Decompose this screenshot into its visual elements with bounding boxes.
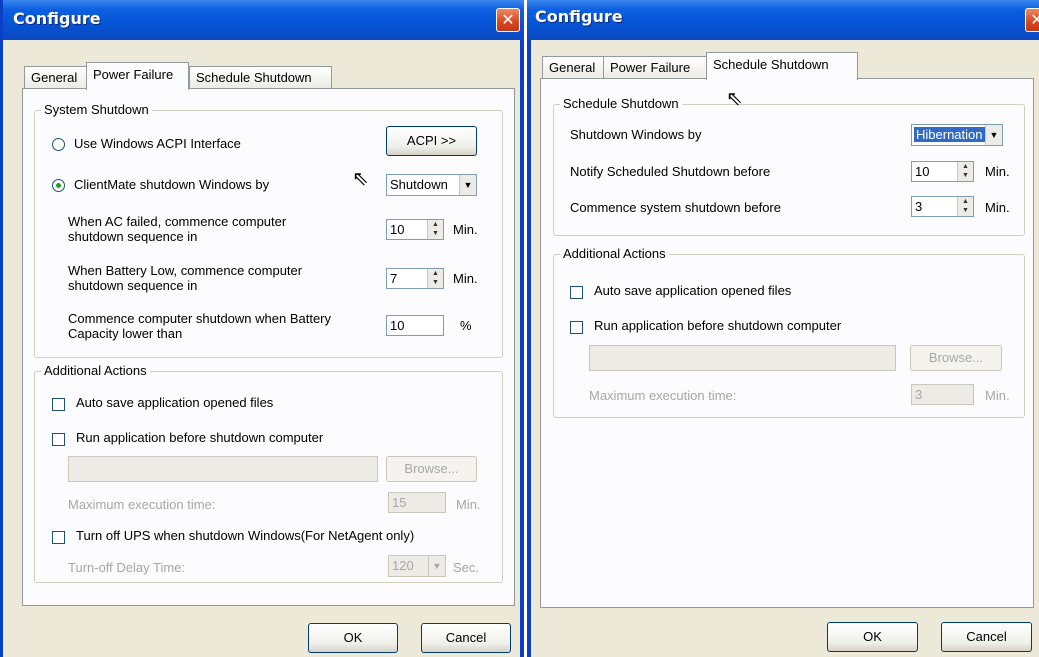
select-value: Hibernation (914, 127, 985, 142)
configure-dialog-schedule-shutdown: Configure ✕ General Power Failure Schedu… (527, 0, 1039, 657)
acpi-radio[interactable] (52, 138, 65, 151)
run-app-checkbox[interactable] (52, 433, 65, 446)
max-exec-unit: Min. (456, 497, 481, 512)
dialog-title: Configure (13, 9, 101, 28)
chevron-down-icon[interactable]: ▼ (428, 556, 445, 576)
dialog-title: Configure (535, 7, 623, 26)
turn-off-ups-checkbox[interactable] (52, 531, 65, 544)
run-app-label: Run application before shutdown computer (76, 430, 324, 445)
spinner-arrows-icon[interactable]: ▲ ▼ (957, 162, 973, 181)
tab-panel: System Shutdown Use Windows ACPI Interfa… (22, 88, 515, 606)
group-label: System Shutdown (41, 102, 152, 117)
group-label: Additional Actions (560, 246, 669, 261)
chevron-down-icon[interactable]: ▼ (985, 125, 1002, 145)
app-path-input[interactable] (589, 345, 896, 371)
group-label: Schedule Shutdown (560, 96, 682, 111)
mouse-cursor-icon: ⇖ (352, 168, 369, 190)
tab-schedule-shutdown[interactable]: Schedule Shutdown (706, 52, 858, 80)
spinner-arrows-icon[interactable]: ▲ ▼ (427, 269, 443, 288)
auto-save-checkbox[interactable] (570, 286, 583, 299)
max-exec-label: Maximum execution time: (68, 497, 216, 512)
spinner-value: 7 (390, 271, 398, 286)
battery-low-spinner[interactable]: 7 ▲ ▼ (386, 268, 444, 289)
cancel-button[interactable]: Cancel (421, 623, 511, 653)
tab-power-failure[interactable]: Power Failure (86, 62, 189, 90)
ac-failed-unit: Min. (453, 222, 478, 237)
cancel-button[interactable]: Cancel (941, 622, 1032, 652)
spinner-value: 3 (915, 199, 923, 214)
ok-button[interactable]: OK (827, 622, 918, 652)
notify-spinner[interactable]: 10 ▲ ▼ (911, 161, 974, 182)
turn-off-ups-label: Turn off UPS when shutdown Windows(For N… (76, 528, 415, 543)
commence-label: Commence system shutdown before (570, 200, 781, 215)
run-app-checkbox[interactable] (570, 321, 583, 334)
app-path-input[interactable] (68, 456, 378, 482)
spinner-arrows-icon[interactable]: ▲ ▼ (427, 220, 443, 239)
max-exec-input[interactable]: 3 (911, 384, 974, 405)
window-frame (520, 40, 524, 657)
shutdown-method-select[interactable]: Shutdown ▼ (386, 174, 477, 196)
run-app-label: Run application before shutdown computer (594, 318, 842, 333)
commence-unit: Min. (985, 200, 1010, 215)
close-button[interactable]: ✕ (496, 8, 520, 32)
system-shutdown-group: System Shutdown Use Windows ACPI Interfa… (34, 102, 503, 358)
ac-failed-label: When AC failed, commence computer shutdo… (68, 214, 287, 244)
tab-general[interactable]: General (24, 66, 87, 88)
spinner-arrows-icon[interactable]: ▲ ▼ (957, 197, 973, 216)
tab-panel: Schedule Shutdown ⇖ Shutdown Windows by … (540, 78, 1034, 608)
commence-spinner[interactable]: 3 ▲ ▼ (911, 196, 974, 217)
notify-label: Notify Scheduled Shutdown before (570, 164, 771, 179)
acpi-button[interactable]: ACPI >> (386, 126, 477, 156)
turn-off-delay-unit: Sec. (453, 560, 480, 575)
auto-save-label: Auto save application opened files (76, 395, 274, 410)
spinner-value: 10 (390, 222, 405, 237)
schedule-shutdown-group: Schedule Shutdown ⇖ Shutdown Windows by … (553, 89, 1025, 236)
additional-actions-group: Additional Actions Auto save application… (34, 363, 503, 583)
shutdown-by-select[interactable]: Hibernation ▼ (911, 124, 1003, 146)
capacity-unit: % (460, 318, 472, 333)
max-exec-input[interactable]: 15 (388, 492, 446, 513)
acpi-radio-label: Use Windows ACPI Interface (74, 136, 241, 151)
title-bar[interactable]: Configure ✕ (527, 0, 1039, 40)
capacity-label: Commence computer shutdown when Battery … (68, 311, 332, 341)
group-label: Additional Actions (41, 363, 150, 378)
ac-failed-spinner[interactable]: 10 ▲ ▼ (386, 219, 444, 240)
browse-button[interactable]: Browse... (910, 345, 1002, 371)
mouse-cursor-icon: ⇖ (726, 88, 743, 110)
tab-power-failure[interactable]: Power Failure (603, 56, 707, 78)
select-value: 120 (392, 558, 414, 573)
auto-save-checkbox[interactable] (52, 398, 65, 411)
turn-off-delay-select[interactable]: 120 ▼ (388, 555, 446, 577)
clientmate-radio[interactable] (52, 179, 65, 192)
window-frame (527, 40, 531, 657)
select-value: Shutdown (390, 177, 448, 192)
capacity-input[interactable]: 10 (386, 315, 444, 336)
auto-save-label: Auto save application opened files (594, 283, 792, 298)
spinner-value: 10 (915, 164, 930, 179)
battery-low-unit: Min. (453, 271, 478, 286)
tab-schedule-shutdown[interactable]: Schedule Shutdown (189, 66, 332, 88)
ok-button[interactable]: OK (308, 623, 398, 653)
browse-button[interactable]: Browse... (386, 456, 477, 482)
battery-low-label: When Battery Low, commence computer shut… (68, 263, 303, 293)
close-button[interactable]: ✕ (1025, 8, 1039, 32)
title-bar[interactable]: Configure ✕ (3, 0, 524, 40)
max-exec-unit: Min. (985, 388, 1010, 403)
max-exec-label: Maximum execution time: (589, 388, 737, 403)
shutdown-by-label: Shutdown Windows by (570, 127, 702, 142)
chevron-down-icon[interactable]: ▼ (459, 175, 476, 195)
clientmate-radio-label: ClientMate shutdown Windows by (74, 177, 270, 192)
turn-off-delay-label: Turn-off Delay Time: (68, 560, 186, 575)
tab-general[interactable]: General (542, 56, 604, 78)
notify-unit: Min. (985, 164, 1010, 179)
configure-dialog-power-failure: Configure ✕ General Power Failure Schedu… (0, 0, 524, 657)
additional-actions-group: Additional Actions Auto save application… (553, 246, 1025, 418)
